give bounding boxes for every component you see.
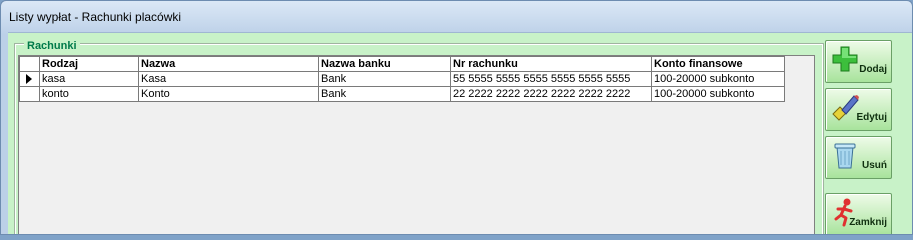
add-button[interactable]: Dodaj: [825, 40, 892, 83]
cell-nr-rachunku[interactable]: 55 5555 5555 5555 5555 5555 5555: [450, 71, 652, 87]
client-area: Rachunki Rodzaj Nazwa Nazwa banku Nr rac…: [8, 32, 912, 234]
window-title: Listy wypłat - Rachunki placówki: [9, 10, 182, 24]
trash-icon: [834, 143, 856, 169]
app-window: Listy wypłat - Rachunki placówki Rachunk…: [0, 0, 913, 235]
delete-button-label: Usuń: [862, 160, 887, 171]
edit-button-label: Edytuj: [856, 112, 887, 123]
row-indicator-header: [19, 56, 40, 72]
cell-nr-rachunku[interactable]: 22 2222 2222 2222 2222 2222 2222: [450, 86, 652, 102]
table-header-row: Rodzaj Nazwa Nazwa banku Nr rachunku Kon…: [19, 56, 785, 72]
row-indicator[interactable]: [19, 86, 40, 102]
cell-konto[interactable]: 100-20000 subkonto: [651, 71, 785, 87]
cell-bank[interactable]: Bank: [318, 86, 451, 102]
table-row[interactable]: konto Konto Bank 22 2222 2222 2222 2222 …: [19, 86, 785, 102]
cell-konto[interactable]: 100-20000 subkonto: [651, 86, 785, 102]
title-bar[interactable]: Listy wypłat - Rachunki placówki: [1, 1, 912, 33]
current-row-arrow-icon: [26, 74, 32, 85]
close-button[interactable]: Zamknij: [825, 193, 892, 234]
accounts-grid[interactable]: Rodzaj Nazwa Nazwa banku Nr rachunku Kon…: [18, 55, 815, 234]
plus-icon: [832, 46, 858, 72]
cell-rodzaj[interactable]: kasa: [39, 71, 139, 87]
add-button-label: Dodaj: [859, 64, 887, 75]
column-header-nr-rachunku[interactable]: Nr rachunku: [450, 56, 652, 72]
cell-bank[interactable]: Bank: [318, 71, 451, 87]
accounts-table: Rodzaj Nazwa Nazwa banku Nr rachunku Kon…: [19, 56, 785, 102]
close-button-label: Zamknij: [849, 217, 887, 228]
cell-nazwa[interactable]: Kasa: [138, 71, 319, 87]
row-indicator[interactable]: [19, 71, 40, 87]
column-header-rodzaj[interactable]: Rodzaj: [39, 56, 139, 72]
column-header-nazwa-banku[interactable]: Nazwa banku: [318, 56, 451, 72]
cell-rodzaj[interactable]: konto: [39, 86, 139, 102]
group-label: Rachunki: [24, 40, 80, 52]
edit-button[interactable]: Edytuj: [825, 88, 892, 131]
table-row[interactable]: kasa Kasa Bank 55 5555 5555 5555 5555 55…: [19, 71, 785, 87]
delete-button[interactable]: Usuń: [825, 136, 892, 179]
column-header-nazwa[interactable]: Nazwa: [138, 56, 319, 72]
column-header-konto-finansowe[interactable]: Konto finansowe: [651, 56, 785, 72]
cell-nazwa[interactable]: Konto: [138, 86, 319, 102]
